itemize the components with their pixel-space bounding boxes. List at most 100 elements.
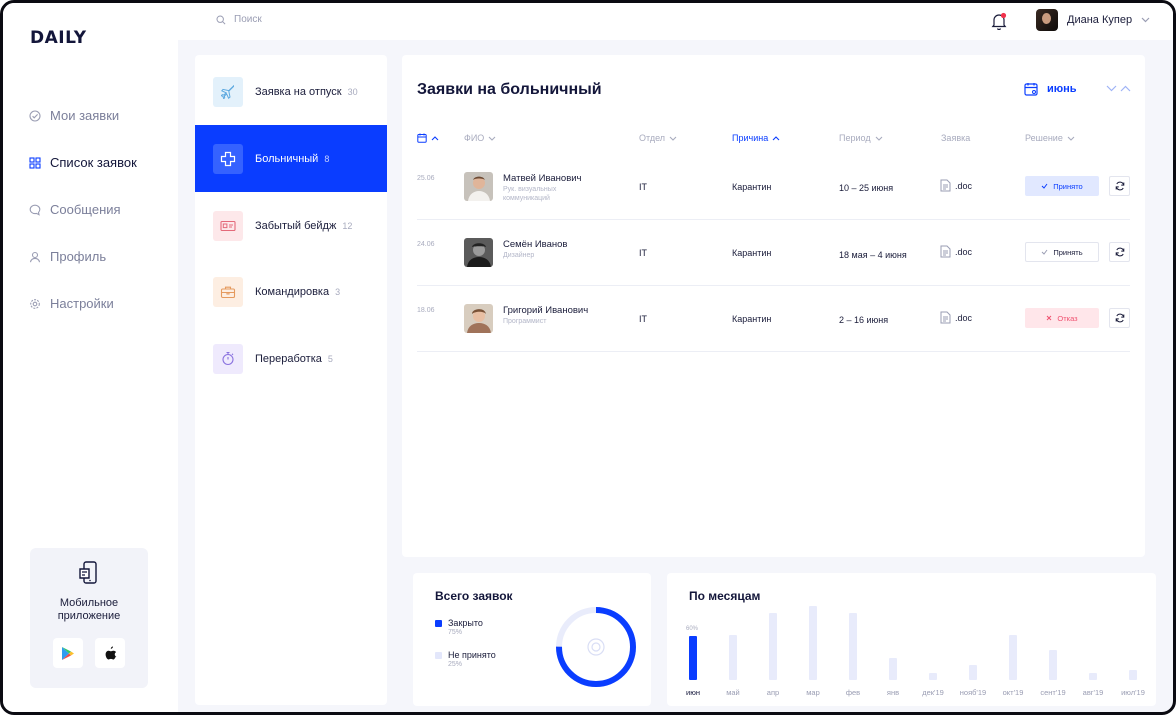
nav-item-label: Сообщения [50, 202, 121, 217]
refresh-button[interactable] [1109, 308, 1130, 328]
chart-bar [1009, 634, 1017, 680]
chart-bar [929, 672, 937, 680]
document-link[interactable]: .doc [940, 245, 972, 258]
decision-label: Отказ [1057, 313, 1078, 323]
chart-x-label: июл'19 [1121, 688, 1145, 697]
column-header-fio[interactable]: ФИО [464, 133, 496, 143]
category-count: 3 [335, 286, 341, 297]
column-header-period[interactable]: Период [839, 133, 883, 143]
month-selector[interactable]: июнь [1024, 82, 1077, 96]
bell-icon [991, 12, 1007, 31]
employee-role: Рук. визуальных коммуникаций [503, 186, 557, 202]
month-label: июнь [1047, 83, 1077, 95]
decision-label: Принято [1053, 181, 1083, 191]
employee-name: Матвей Иванович [503, 173, 582, 184]
chart-x-label: янв [886, 688, 900, 697]
nav-item-my-requests[interactable]: Мои заявки [29, 108, 119, 123]
category-overtime[interactable]: Переработка 5 [195, 325, 387, 392]
legend-not-accepted: Не принято 25% [435, 650, 496, 668]
table-row[interactable]: 18.06 Григорий Иванович Программист IT К… [417, 286, 1130, 352]
employee-role: Дизайнер [503, 252, 535, 259]
department: IT [639, 248, 647, 258]
chevron-down-icon [1067, 136, 1075, 141]
refresh-icon [1115, 313, 1124, 323]
chevron-down-icon [1141, 17, 1150, 23]
notifications-button[interactable] [991, 12, 1007, 35]
refresh-icon [1115, 181, 1124, 191]
avatar [1036, 9, 1058, 31]
nav-item-label: Профиль [50, 249, 107, 264]
refresh-button[interactable] [1109, 176, 1130, 196]
grid-icon [29, 156, 41, 169]
nav-item-request-list[interactable]: Список заявок [29, 155, 137, 170]
nav-item-messages[interactable]: Сообщения [29, 202, 121, 217]
period: 18 мая – 4 июня [839, 250, 907, 260]
calendar-icon [1024, 83, 1038, 96]
check-circle-icon [29, 109, 41, 122]
category-count: 30 [347, 86, 358, 97]
employee-name: Григорий Иванович [503, 305, 589, 316]
calendar-icon [417, 133, 427, 143]
chevron-up-icon[interactable] [1120, 85, 1131, 92]
column-header-dept[interactable]: Отдел [639, 133, 677, 143]
app-store-button[interactable] [95, 638, 125, 668]
top-bar: Поиск Диана Купер [178, 3, 1173, 40]
medical-cross-icon [213, 143, 243, 174]
plane-icon [213, 76, 243, 107]
check-icon [1041, 249, 1048, 255]
decision-button[interactable]: Принято [1025, 176, 1099, 196]
column-header-label: ФИО [464, 133, 485, 143]
table-row[interactable]: 25.06 Матвей Иванович Рук. визуальных ко… [417, 154, 1130, 220]
document-link[interactable]: .doc [940, 179, 972, 192]
legend-label: Закрыто [448, 618, 483, 628]
column-header-request: Заявка [941, 133, 970, 143]
apple-icon [105, 646, 117, 659]
page-title: Заявки на больничный [417, 81, 602, 98]
chart-x-label: окт'19 [1002, 688, 1024, 697]
document-ext: .doc [955, 312, 973, 323]
request-date: 25.06 [417, 175, 435, 182]
mobile-app-label: Мобильное приложение [57, 597, 121, 622]
app-window: DAILY Мои заявки Список заявок Сообщения… [0, 0, 1176, 715]
legend-label: Не принято [448, 650, 496, 660]
chart-bar [809, 606, 817, 680]
reason: Карантин [732, 314, 772, 324]
monthly-chart-card: По месяцам июн 60% май апр мар фев янв дек'19 но… [667, 573, 1156, 706]
refresh-button[interactable] [1109, 242, 1130, 262]
category-business-trip[interactable]: Командировка 3 [195, 258, 387, 325]
mobile-app-promo: Мобильное приложение [30, 548, 148, 688]
column-header-date[interactable] [417, 133, 439, 143]
document-link[interactable]: .doc [940, 311, 972, 324]
mobile-phone-icon [30, 560, 148, 591]
category-label: Больничный [255, 152, 319, 165]
category-forgotten-badge[interactable]: Забытый бейдж 12 [195, 192, 387, 259]
category-sick-leave[interactable]: Больничный 8 [195, 125, 387, 192]
category-vacation[interactable]: Заявка на отпуск 30 [195, 58, 387, 125]
nav-item-settings[interactable]: Настройки [29, 296, 114, 311]
nav-item-profile[interactable]: Профиль [29, 249, 106, 264]
chart-value-label: 60% [686, 625, 699, 632]
chart-title: По месяцам [689, 589, 761, 603]
check-icon [1041, 183, 1048, 189]
chevron-down-icon[interactable] [1106, 85, 1117, 92]
legend-closed: Закрыто 75% [435, 618, 483, 636]
chart-x-label: июн [686, 688, 700, 697]
chat-icon [29, 204, 41, 216]
google-play-button[interactable] [53, 638, 83, 668]
chart-x-label: нояб'19 [959, 688, 987, 697]
google-play-icon [62, 646, 74, 660]
decision-button[interactable]: Отказ [1025, 308, 1099, 328]
search-input[interactable]: Поиск [216, 14, 262, 25]
app-logo: DAILY [30, 28, 87, 48]
left-sidebar: DAILY Мои заявки Список заявок Сообщения… [3, 3, 178, 712]
category-label: Командировка [255, 285, 330, 298]
period: 2 – 16 июня [839, 315, 889, 325]
column-header-decision[interactable]: Решение [1025, 133, 1075, 143]
user-menu[interactable]: Диана Купер [1036, 9, 1150, 31]
table-row[interactable]: 24.06 Семён Иванов Дизайнер IT Карантин … [417, 220, 1130, 286]
column-header-reason[interactable]: Причина [732, 133, 780, 143]
column-header-label: Период [839, 133, 871, 143]
badge-icon [213, 210, 243, 241]
decision-button[interactable]: Принять [1025, 242, 1099, 262]
search-placeholder: Поиск [234, 14, 262, 25]
